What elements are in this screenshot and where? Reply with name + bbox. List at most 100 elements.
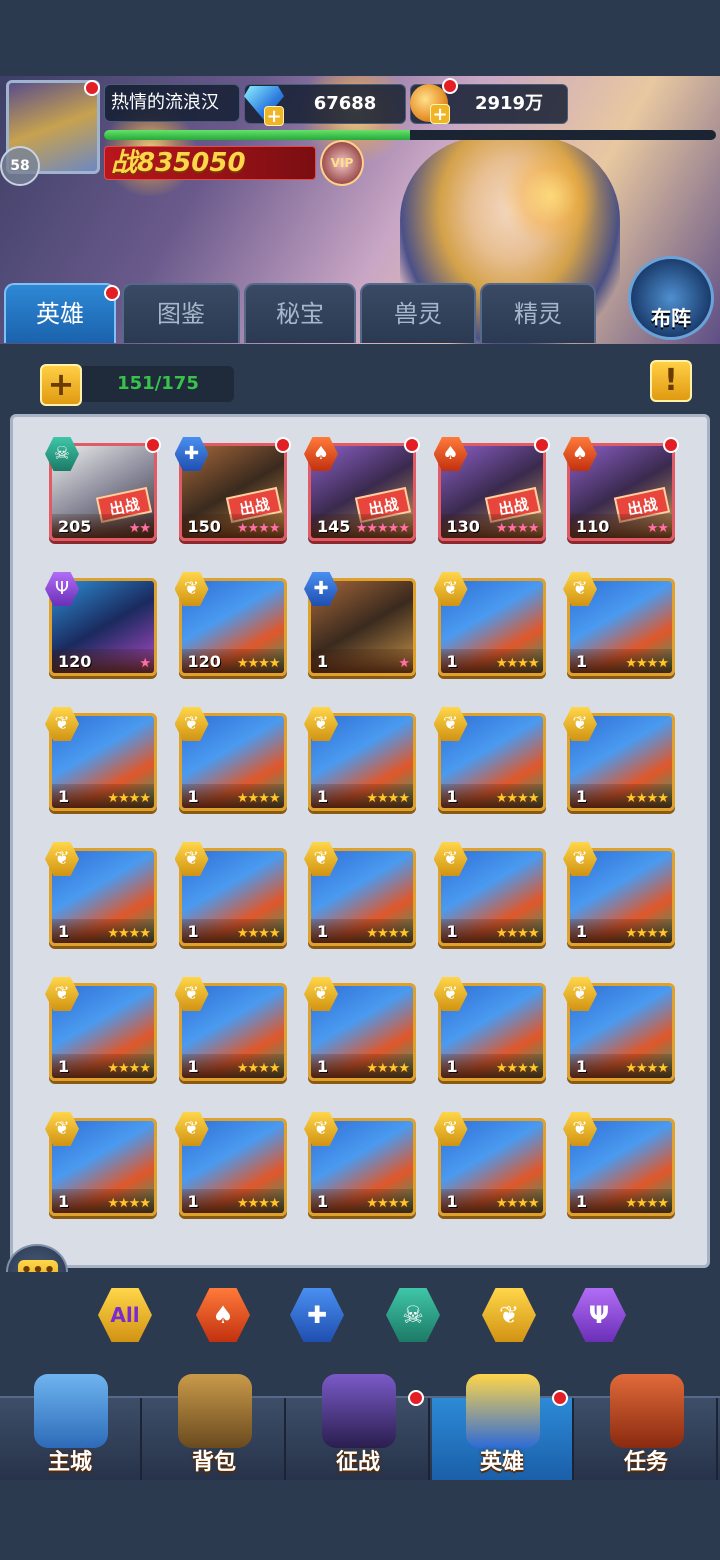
hero-stars: ★★★★ <box>366 1061 410 1076</box>
nav-label: 主城 <box>47 1450 92 1475</box>
scroll-icon <box>610 1374 684 1448</box>
hero-level: 1 <box>317 1192 329 1211</box>
tab-elf[interactable]: 精灵 <box>480 283 596 343</box>
filter-purple-button[interactable]: Ψ <box>572 1288 626 1342</box>
nav-label: 征战 <box>335 1450 380 1475</box>
hero-level: 120 <box>187 652 221 671</box>
add-gold-button[interactable]: + <box>430 104 450 125</box>
hero-stars: ★★★★ <box>366 791 410 806</box>
hero-level: 1 <box>317 1057 329 1076</box>
hero-stars: ★★★★ <box>236 1196 281 1211</box>
hero-level: 1 <box>576 652 588 671</box>
hero-stars: ★★ <box>128 521 151 536</box>
player-name: 热情的流浪汉 <box>104 84 240 122</box>
hero-level: 1 <box>446 922 458 941</box>
hero-level: 1 <box>187 1057 199 1076</box>
nav-scroll[interactable]: 任务 <box>576 1374 718 1482</box>
hero-level: 1 <box>576 787 588 806</box>
hero-stars: ★★★★ <box>236 521 281 536</box>
hero-level: 1 <box>187 1192 199 1211</box>
status-bar-area <box>0 0 720 76</box>
hero-notification-dot <box>404 437 420 453</box>
hero-stars: ★★★★ <box>625 1061 669 1076</box>
nav-castle[interactable]: 主城 <box>0 1374 142 1482</box>
nav-dragon-portal[interactable]: 征战 <box>288 1374 430 1482</box>
system-nav-area <box>0 1480 720 1560</box>
hero-stars: ★★★★ <box>107 791 151 806</box>
hero-count: 151/175 <box>82 366 234 402</box>
vip-badge[interactable]: VIP <box>320 140 364 186</box>
filter-green-button[interactable]: ☠ <box>386 1288 440 1342</box>
gem-amount: 67688 <box>313 93 377 114</box>
hero-level: 1 <box>58 787 70 806</box>
hero-stars: ★★ <box>646 521 669 536</box>
tab-heroes[interactable]: 英雄 <box>4 283 116 343</box>
tab-beast-spirit[interactable]: 兽灵 <box>360 283 476 343</box>
filter-gold-button[interactable]: ❦ <box>482 1288 536 1342</box>
bottom-navigation: 主城 背包 征战 英雄 任务 <box>0 1374 720 1482</box>
filter-blue-button[interactable]: ✚ <box>290 1288 344 1342</box>
hero-stars: ★★★★ <box>495 791 540 806</box>
filter-red-button[interactable]: ♠ <box>196 1288 250 1342</box>
hero-stars: ★★★★ <box>366 1196 410 1211</box>
nav-label: 英雄 <box>479 1450 524 1475</box>
experience-bar <box>104 130 716 140</box>
hero-stars: ★★★★ <box>236 1061 281 1076</box>
hero-level: 1 <box>576 922 588 941</box>
hero-notification-dot <box>533 437 550 453</box>
nav-chest[interactable]: 背包 <box>144 1374 286 1482</box>
hero-level: 205 <box>58 517 92 536</box>
hero-notification-dot <box>145 437 161 453</box>
tab-label: 英雄 <box>36 300 84 328</box>
nav-label: 背包 <box>191 1450 236 1475</box>
hero-level: 1 <box>58 922 70 941</box>
hero-stars: ★ <box>398 656 410 671</box>
expand-slots-button[interactable]: + <box>40 364 82 406</box>
hero-stars: ★★★★ <box>107 1061 151 1076</box>
hero-level: 1 <box>576 1192 588 1211</box>
tab-label: 图鉴 <box>157 300 205 328</box>
player-level-badge: 58 <box>0 146 40 186</box>
filter-all-button[interactable]: All <box>98 1288 152 1342</box>
hero-stars: ★★★★ <box>236 656 281 671</box>
player-profile-bar: 58 热情的流浪汉 67688 + 2919万 + 战835050 VIP <box>0 76 720 186</box>
tab-treasure[interactable]: 秘宝 <box>244 283 356 343</box>
hero-level: 150 <box>187 517 221 536</box>
hero-level: 1 <box>317 787 329 806</box>
nav-helmet[interactable]: 英雄 <box>432 1374 574 1482</box>
tab-codex[interactable]: 图鉴 <box>122 283 240 343</box>
hero-stars: ★★★★ <box>625 656 669 671</box>
hero-level: 1 <box>446 652 458 671</box>
hero-stars: ★★★★ <box>236 791 281 806</box>
hero-level: 1 <box>446 1057 458 1076</box>
nav-notification-dot <box>552 1390 568 1406</box>
tab-notification-dot <box>104 285 120 301</box>
info-button[interactable]: ! <box>650 360 692 402</box>
gold-notification-dot <box>442 78 458 94</box>
hero-level: 145 <box>317 517 351 536</box>
hero-level: 1 <box>187 787 199 806</box>
hero-notification-dot <box>274 437 291 453</box>
add-gems-button[interactable]: + <box>264 106 284 127</box>
faction-filter-row: All ♠ ✚ ☠ ❦ Ψ <box>0 1272 720 1362</box>
tab-label: 兽灵 <box>394 300 442 328</box>
hero-level: 1 <box>446 787 458 806</box>
hero-stars: ★★★★ <box>625 1196 669 1211</box>
hero-level: 120 <box>58 652 92 671</box>
hero-level: 1 <box>187 922 199 941</box>
chest-icon <box>178 1374 252 1448</box>
hero-level: 1 <box>317 922 329 941</box>
dragon-portal-icon <box>322 1374 396 1448</box>
hero-stars: ★★★★ <box>495 1061 540 1076</box>
nav-label: 任务 <box>623 1450 668 1475</box>
hero-level: 1 <box>58 1057 70 1076</box>
hero-level: 1 <box>58 1192 70 1211</box>
hero-level: 110 <box>576 517 610 536</box>
castle-icon <box>34 1374 108 1448</box>
hero-stars: ★★★★ <box>107 926 151 941</box>
hero-stars: ★ <box>139 656 151 671</box>
hero-stars: ★★★★ <box>495 1196 540 1211</box>
hero-stars: ★★★★ <box>495 656 540 671</box>
hero-stars: ★★★★ <box>495 926 540 941</box>
hero-level: 130 <box>446 517 480 536</box>
